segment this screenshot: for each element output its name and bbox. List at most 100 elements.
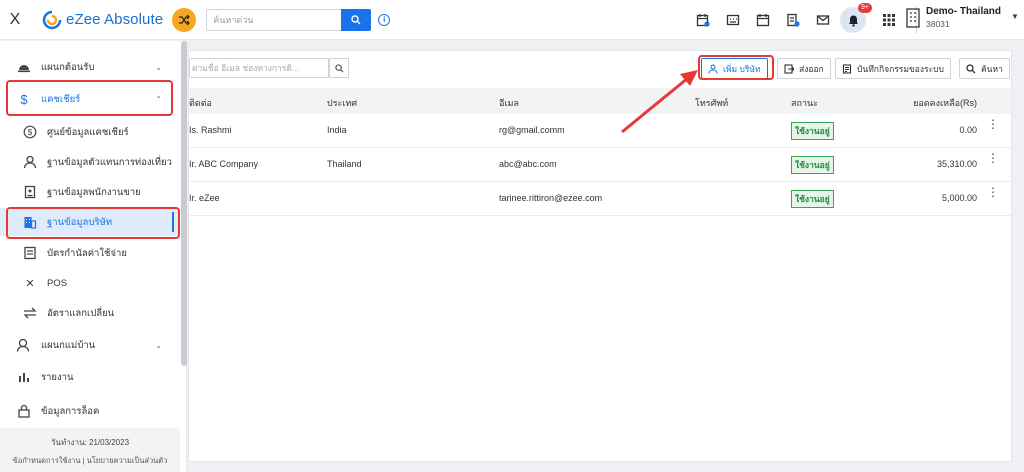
cell-contact: Ir. eZee: [189, 193, 220, 203]
sidebar-item-pos[interactable]: POS: [0, 269, 180, 297]
row-menu-icon[interactable]: ⋮: [987, 186, 999, 198]
column-header-phone[interactable]: โทรศัพท์: [695, 96, 728, 110]
sidebar-item-front-desk[interactable]: แผนกต้อนรับ ⌄: [0, 53, 180, 81]
property-selector[interactable]: Demo- Thailand 38031 ▼: [906, 6, 1019, 29]
lock-icon: [16, 403, 32, 419]
building-icon: [906, 8, 920, 28]
highlight-box-add-company: [698, 55, 774, 80]
sidebar-item-label: แผนกต้อนรับ: [41, 61, 95, 73]
mail-button[interactable]: [808, 5, 838, 35]
sidebar: แผนกต้อนรับ ⌄ $ แคชเชียร์ ⌃ $ ศูนย์ข้อมู…: [0, 41, 187, 472]
quick-search-button[interactable]: [341, 8, 372, 31]
bell-icon: [848, 15, 858, 27]
export-button[interactable]: ส่งออก: [777, 58, 831, 79]
cell-email: rg@gmail.comm: [499, 125, 565, 135]
sidebar-item-label: ศูนย์ข้อมูลแคชเชียร์: [47, 126, 129, 138]
column-header-contact[interactable]: ติดต่อ: [189, 96, 212, 110]
search-icon: [351, 14, 361, 24]
column-header-balance[interactable]: ยอดคงเหลือ(Rs): [913, 96, 977, 110]
pos-icon: [22, 275, 38, 291]
cell-email: tarinee.rittiron@ezee.com: [499, 193, 603, 203]
search-icon: [334, 63, 344, 73]
calendar-icon: [756, 14, 770, 27]
sidebar-item-sales-person[interactable]: ฐานข้อมูลพนักงานขาย: [0, 178, 180, 206]
sidebar-item-reports[interactable]: รายงาน: [0, 363, 180, 391]
quick-search: ค้นหาด่วน: [206, 8, 372, 31]
chevron-down-icon: ▼: [1011, 12, 1019, 21]
sidebar-item-housekeeping[interactable]: แผนกแม่บ้าน ⌄: [0, 331, 180, 359]
calendar-add-button[interactable]: [688, 5, 718, 35]
search-button[interactable]: ค้นหา: [959, 58, 1010, 79]
notification-button[interactable]: 9+: [840, 3, 872, 33]
search-label: ค้นหา: [981, 63, 1003, 74]
sidebar-item-label: อัตราแลกเปลี่ยน: [47, 307, 115, 319]
company-database-panel: ตามชื่อ อีเมล ช่องทางการติ... เพิ่ม บริษ…: [188, 50, 1012, 462]
audit-log-icon: [842, 63, 852, 74]
row-menu-icon[interactable]: ⋮: [987, 152, 999, 164]
table-row[interactable]: Ir. ABC Company Thailand abc@abc.com ใช้…: [189, 148, 1011, 182]
keyboard-button[interactable]: [718, 5, 748, 35]
property-name: Demo- Thailand: [926, 6, 1002, 17]
sidebar-item-label: POS: [47, 277, 68, 289]
quick-search-input[interactable]: ค้นหาด่วน: [206, 8, 342, 31]
table-row[interactable]: Ir. eZee tarinee.rittiron@ezee.com ใช้งา…: [189, 182, 1011, 216]
card-icon: [22, 245, 38, 261]
logo[interactable]: eZee Absolute: [42, 10, 163, 30]
table-row[interactable]: Is. Rashmi India rg@gmail.comm ใช้งานอยู…: [189, 114, 1011, 148]
logo-text: eZee Absolute: [66, 11, 164, 28]
export-icon: [784, 63, 794, 74]
notification-badge: 9+: [858, 3, 872, 13]
invoice-button[interactable]: [778, 5, 808, 35]
cell-email: abc@abc.com: [499, 159, 557, 169]
sidebar-item-cashier-hub[interactable]: $ ศูนย์ข้อมูลแคชเชียร์: [0, 118, 180, 146]
sidebar-item-travel-agent[interactable]: ฐานข้อมูลตัวแทนการท่องเที่ยว: [0, 148, 180, 176]
cell-balance: 5,000.00: [941, 193, 977, 203]
audit-log-label: บันทึกกิจกรรมของระบบ: [857, 63, 944, 74]
exchange-icon: [22, 305, 38, 321]
sidebar-item-label: บัตรกำนัลค่าใช้จ่าย: [47, 247, 127, 259]
shuffle-button[interactable]: [172, 7, 197, 32]
highlight-box-cashier: [6, 80, 173, 116]
column-header-country[interactable]: ประเทศ: [327, 96, 357, 110]
calendar-button[interactable]: [748, 5, 778, 35]
calendar-add-icon: [696, 14, 710, 27]
filter-input[interactable]: ตามชื่อ อีเมล ช่องทางการติ...: [189, 58, 329, 78]
apps-button[interactable]: [874, 5, 904, 35]
filter-search-button[interactable]: [329, 58, 349, 78]
sidebar-item-exchange-rate[interactable]: อัตราแลกเปลี่ยน: [0, 299, 180, 327]
svg-text:$: $: [28, 128, 33, 137]
sidebar-item-expense-voucher[interactable]: บัตรกำนัลค่าใช้จ่าย: [0, 239, 180, 267]
grid-apps-icon: [883, 14, 895, 26]
bell-desk-icon: [16, 59, 32, 75]
cell-contact: Is. Rashmi: [189, 125, 232, 135]
badge-icon: [22, 184, 38, 200]
highlight-box-company: [6, 207, 180, 239]
sidebar-item-label: ฐานข้อมูลพนักงานขาย: [47, 186, 141, 198]
audit-log-button[interactable]: บันทึกกิจกรรมของระบบ: [835, 58, 951, 79]
person-icon: [22, 154, 38, 170]
status-badge: ใช้งานอยู่: [791, 122, 834, 140]
status-badge: ใช้งานอยู่: [791, 190, 834, 208]
privacy-link[interactable]: นโยบายความเป็นส่วนตัว: [87, 456, 168, 465]
cell-balance: 0.00: [959, 125, 977, 135]
sidebar-item-label: รายงาน: [41, 371, 74, 383]
sidebar-item-lock-data[interactable]: ข้อมูลการล็อค: [0, 397, 180, 425]
search-icon: [966, 63, 976, 73]
work-date: วันทำงาน: 21/03/2023: [50, 438, 130, 447]
top-bar: X eZee Absolute ค้นหาด่วน i 9+ Demo- Tha…: [0, 0, 1024, 40]
housekeeping-icon: [16, 337, 32, 353]
sidebar-footer: วันทำงาน: 21/03/2023 ข้อกำหนดการใช้งาน |…: [0, 428, 180, 472]
info-icon[interactable]: i: [378, 13, 391, 26]
cell-balance: 35,310.00: [936, 159, 977, 169]
sidebar-item-label: แผนกแม่บ้าน: [41, 339, 96, 351]
row-menu-icon[interactable]: ⋮: [987, 118, 999, 130]
cell-contact: Ir. ABC Company: [189, 159, 259, 169]
status-badge: ใช้งานอยู่: [791, 156, 834, 174]
column-header-status[interactable]: สถานะ: [791, 96, 818, 110]
sidebar-scrollbar[interactable]: [181, 41, 187, 366]
export-label: ส่งออก: [799, 63, 824, 74]
column-header-email[interactable]: อีเมล: [499, 96, 519, 110]
close-icon[interactable]: X: [0, 11, 30, 29]
terms-link[interactable]: ข้อกำหนดการใช้งาน: [13, 456, 81, 465]
report-icon: [16, 369, 32, 385]
